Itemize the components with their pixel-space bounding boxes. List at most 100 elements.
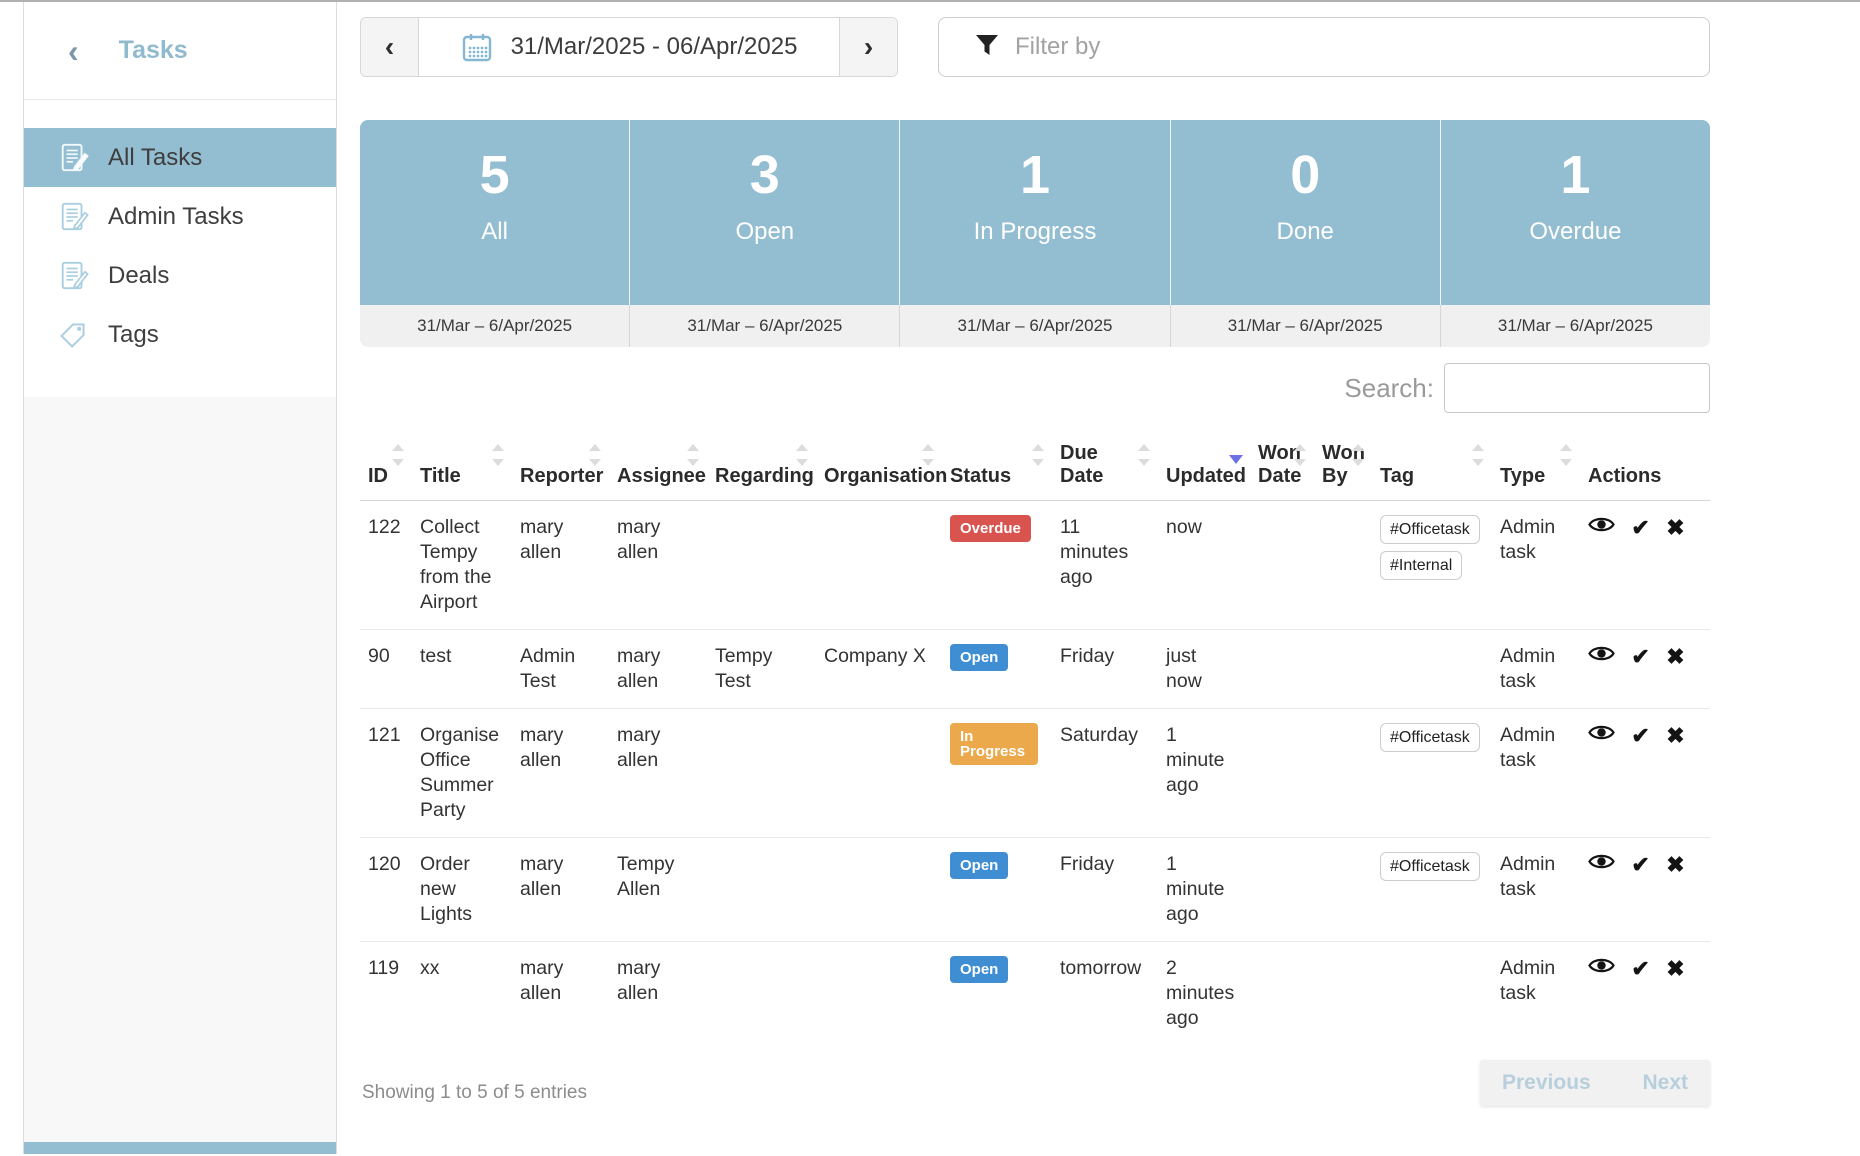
sort-icon (1352, 444, 1364, 466)
task-row[interactable]: 121 Organise Office Summer Party mary al… (360, 708, 1710, 837)
next-week-button[interactable]: › (839, 18, 897, 76)
cell-id: 121 (360, 708, 412, 837)
view-task-icon[interactable] (1588, 515, 1615, 541)
date-range-display[interactable]: 31/Mar/2025 - 06/Apr/2025 (419, 18, 839, 76)
cell-id: 119 (360, 941, 412, 1045)
cell-organisation (816, 500, 942, 629)
delete-task-icon[interactable]: ✖ (1666, 725, 1684, 747)
sidebar-filler (24, 397, 336, 1142)
delete-task-icon[interactable]: ✖ (1666, 854, 1684, 876)
back-chevron-icon[interactable]: ‹ (68, 35, 79, 67)
cell-type: Admin task (1492, 708, 1580, 837)
filter-input[interactable] (1013, 32, 1657, 62)
cell-id: 120 (360, 837, 412, 941)
cell-organisation (816, 837, 942, 941)
cell-due-date: 11 minutes ago (1052, 500, 1158, 629)
cell-organisation: Company X (816, 629, 942, 708)
cell-type: Admin task (1492, 837, 1580, 941)
stat-count: 0 (1171, 144, 1440, 206)
cell-won-by (1314, 629, 1372, 708)
complete-task-icon[interactable]: ✔ (1631, 854, 1649, 876)
tag-icon (58, 318, 92, 352)
sidebar-title: Tasks (119, 36, 188, 65)
stat-cell-open[interactable]: 3 Open (629, 120, 899, 305)
stat-cell-in-progress[interactable]: 1 In Progress (899, 120, 1169, 305)
column-header-assignee[interactable]: Assignee (609, 434, 707, 500)
cell-status: Overdue (942, 500, 1052, 629)
column-header-due-date[interactable]: Due Date (1052, 434, 1158, 500)
stat-cell-overdue[interactable]: 1 Overdue (1440, 120, 1710, 305)
complete-task-icon[interactable]: ✔ (1631, 517, 1649, 539)
stat-count: 1 (1441, 144, 1710, 206)
cell-title: Organise Office Summer Party (412, 708, 512, 837)
view-task-icon[interactable] (1588, 852, 1615, 878)
column-header-updated[interactable]: Updated (1158, 434, 1250, 500)
search-input[interactable] (1444, 363, 1710, 413)
cell-id: 90 (360, 629, 412, 708)
task-row[interactable]: 90 test Admin Test mary allen Tempy Test… (360, 629, 1710, 708)
column-header-organisation[interactable]: Organisation (816, 434, 942, 500)
cell-won-by (1314, 500, 1372, 629)
task-row[interactable]: 119 xx mary allen mary allen Open tomorr… (360, 941, 1710, 1045)
column-header-tag[interactable]: Tag (1372, 434, 1492, 500)
table-header-row: ID Title Reporter Assignee Regarding Org… (360, 434, 1710, 500)
status-badge: Overdue (950, 515, 1031, 542)
delete-task-icon[interactable]: ✖ (1666, 958, 1684, 980)
cell-won-date (1250, 941, 1314, 1045)
cell-won-by (1314, 941, 1372, 1045)
sidebar-item-tags[interactable]: Tags (24, 305, 336, 364)
next-page-button[interactable]: Next (1642, 1071, 1688, 1095)
view-task-icon[interactable] (1588, 956, 1615, 982)
sidebar-item-all-tasks[interactable]: All Tasks (24, 128, 336, 187)
tasks-icon (58, 259, 92, 293)
cell-won-date (1250, 629, 1314, 708)
stat-period: 31/Mar – 6/Apr/2025 (1170, 305, 1440, 347)
cell-won-date (1250, 837, 1314, 941)
cell-reporter: mary allen (512, 941, 609, 1045)
complete-task-icon[interactable]: ✔ (1631, 646, 1649, 668)
cell-assignee: Tempy Allen (609, 837, 707, 941)
column-header-type[interactable]: Type (1492, 434, 1580, 500)
column-header-regarding[interactable]: Regarding (707, 434, 816, 500)
tasks-table: ID Title Reporter Assignee Regarding Org… (360, 434, 1710, 1045)
view-task-icon[interactable] (1588, 644, 1615, 670)
task-row[interactable]: 120 Order new Lights mary allen Tempy Al… (360, 837, 1710, 941)
sidebar-item-admin-tasks[interactable]: Admin Tasks (24, 187, 336, 246)
stat-cell-all[interactable]: 5 All (360, 120, 629, 305)
cell-type: Admin task (1492, 629, 1580, 708)
cell-regarding (707, 708, 816, 837)
complete-task-icon[interactable]: ✔ (1631, 725, 1649, 747)
cell-type: Admin task (1492, 941, 1580, 1045)
column-header-won-by[interactable]: Won By (1314, 434, 1372, 500)
delete-task-icon[interactable]: ✖ (1666, 517, 1684, 539)
complete-task-icon[interactable]: ✔ (1631, 958, 1649, 980)
view-task-icon[interactable] (1588, 723, 1615, 749)
sidebar-item-deals[interactable]: Deals (24, 246, 336, 305)
cell-won-date (1250, 500, 1314, 629)
stat-cell-done[interactable]: 0 Done (1170, 120, 1440, 305)
cell-title: test (412, 629, 512, 708)
column-header-reporter[interactable]: Reporter (512, 434, 609, 500)
status-badge: Open (950, 956, 1008, 983)
sort-icon (1032, 444, 1044, 466)
sort-icon (796, 444, 808, 466)
column-header-status[interactable]: Status (942, 434, 1052, 500)
cell-due-date: tomorrow (1052, 941, 1158, 1045)
cell-actions: ✔ ✖ (1580, 629, 1710, 708)
cell-actions: ✔ ✖ (1580, 837, 1710, 941)
column-header-won-date[interactable]: Won Date (1250, 434, 1314, 500)
column-header-title[interactable]: Title (412, 434, 512, 500)
cell-status: Open (942, 629, 1052, 708)
calendar-icon (461, 31, 493, 63)
date-range-text: 31/Mar/2025 - 06/Apr/2025 (511, 33, 798, 61)
cell-tags (1372, 941, 1492, 1045)
cell-won-by (1314, 708, 1372, 837)
tag-chip: #Officetask (1380, 723, 1480, 752)
previous-page-button[interactable]: Previous (1502, 1071, 1591, 1095)
prev-week-button[interactable]: ‹ (361, 18, 419, 76)
cell-assignee: mary allen (609, 629, 707, 708)
task-row[interactable]: 122 Collect Tempy from the Airport mary … (360, 500, 1710, 629)
delete-task-icon[interactable]: ✖ (1666, 646, 1684, 668)
column-header-id[interactable]: ID (360, 434, 412, 500)
column-header-actions[interactable]: Actions (1580, 434, 1710, 500)
